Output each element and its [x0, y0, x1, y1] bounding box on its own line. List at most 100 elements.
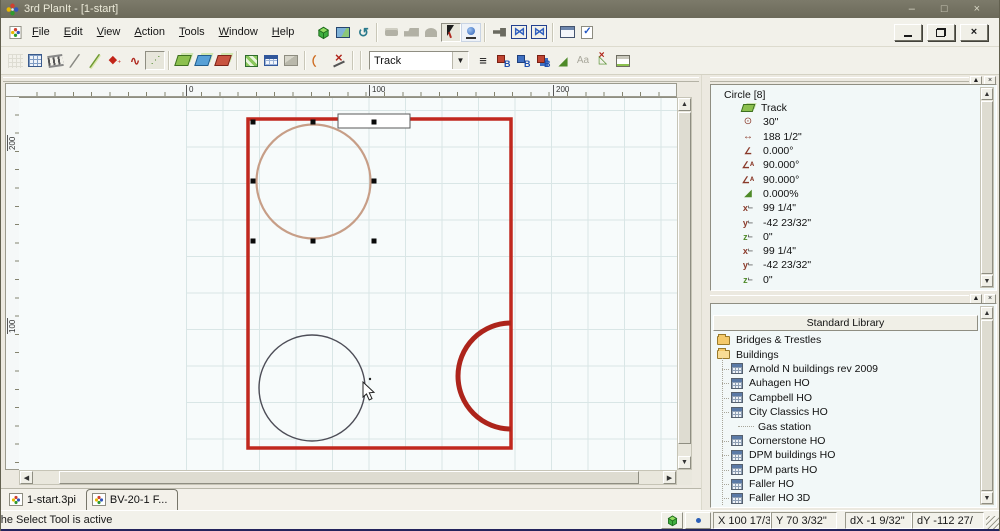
menu-file[interactable]: File — [25, 23, 57, 41]
tab-1-start[interactable]: 1-start.3pi — [4, 490, 86, 510]
background-image-button[interactable] — [281, 51, 301, 70]
canvas-horizontal-scrollbar[interactable] — [19, 470, 677, 485]
grade-tool-button[interactable] — [145, 51, 165, 70]
zoom-extents-button[interactable] — [509, 23, 529, 42]
menu-tools[interactable]: Tools — [172, 23, 212, 41]
flex-track-button[interactable] — [105, 51, 125, 70]
scroll-up-icon[interactable] — [981, 307, 993, 319]
panel-gripper[interactable] — [710, 77, 969, 82]
parts-table-button[interactable] — [261, 51, 281, 70]
break-tool-button[interactable] — [329, 51, 349, 70]
document-system-icon[interactable] — [5, 23, 25, 42]
mdi-minimize-button[interactable] — [894, 23, 922, 41]
status-z-mode-button[interactable] — [685, 511, 711, 529]
terrain-grade-button[interactable] — [553, 51, 573, 70]
window-minimize-icon[interactable] — [909, 3, 915, 15]
refresh-button[interactable] — [353, 23, 373, 42]
endpoint-style-b-button[interactable] — [513, 51, 533, 70]
library-item[interactable]: Cornerstone HO — [714, 434, 978, 448]
property-row[interactable]: -42 23/32" — [711, 258, 996, 272]
library-item[interactable]: DPM parts HO — [714, 463, 978, 477]
status-3d-button[interactable] — [661, 511, 683, 529]
track-type-selector[interactable]: Track — [369, 51, 469, 70]
select-tool-button[interactable] — [441, 22, 462, 42]
library-item[interactable]: Faller HO — [714, 477, 978, 491]
coupler-tool-button[interactable] — [489, 23, 509, 42]
horizontal-scroll-thumb[interactable] — [59, 471, 639, 484]
scroll-thumb[interactable] — [981, 320, 993, 491]
show-grid-button[interactable] — [25, 51, 45, 70]
property-row[interactable]: Track — [711, 101, 996, 115]
endpoint-style-a-button[interactable] — [493, 51, 513, 70]
texture-fill-button[interactable] — [241, 51, 261, 70]
scroll-right-icon[interactable] — [663, 471, 676, 484]
scroll-up-icon[interactable] — [981, 88, 993, 100]
scroll-down-icon[interactable] — [981, 492, 993, 504]
library-folder[interactable]: Bridges & Trestles — [714, 333, 978, 347]
line-style-button[interactable] — [473, 51, 493, 70]
property-row[interactable]: 90.000° — [711, 158, 996, 172]
window-layout-button[interactable] — [557, 23, 577, 42]
signal-tool-button[interactable] — [461, 22, 482, 42]
mdi-restore-button[interactable] — [927, 23, 955, 41]
easement-curve-button[interactable] — [125, 51, 145, 70]
track-circle[interactable] — [258, 334, 366, 442]
track-ties-button[interactable] — [45, 51, 65, 70]
property-row[interactable]: 188 1/2" — [711, 130, 996, 144]
menu-edit[interactable]: Edit — [57, 23, 90, 41]
draw-track-button[interactable] — [85, 51, 105, 70]
library-item[interactable]: DPM buildings HO — [714, 448, 978, 462]
menu-action[interactable]: Action — [127, 23, 172, 41]
scroll-down-icon[interactable] — [981, 275, 993, 287]
vertical-scroll-thumb[interactable] — [678, 112, 691, 444]
scroll-up-icon[interactable] — [678, 98, 691, 111]
canvas-vertical-scrollbar[interactable] — [677, 97, 692, 470]
tab-bv-20-1[interactable]: BV-20-1 F... — [85, 489, 179, 510]
menu-help[interactable]: Help — [265, 23, 302, 41]
object-properties-button[interactable] — [577, 23, 597, 42]
mdi-close-button[interactable] — [960, 23, 988, 41]
no-grade-button[interactable] — [593, 51, 613, 70]
red-semicircle-track[interactable] — [455, 320, 512, 432]
library-item[interactable]: Auhagen HO — [714, 376, 978, 390]
library-item[interactable]: City Classics HO — [714, 405, 978, 419]
library-item[interactable]: Gas station — [714, 419, 978, 433]
connect-ab-button[interactable] — [533, 51, 553, 70]
menu-view[interactable]: View — [90, 23, 128, 41]
property-row[interactable]: 99 1/4" — [711, 201, 996, 215]
property-row[interactable]: 99 1/4" — [711, 244, 996, 258]
property-row[interactable]: 0.000% — [711, 187, 996, 201]
curve-left-button[interactable] — [309, 51, 329, 70]
object-form-button[interactable] — [613, 51, 633, 70]
pane-splitter[interactable] — [701, 75, 708, 510]
library-item[interactable]: Campbell HO — [714, 391, 978, 405]
view-3d-button[interactable] — [313, 23, 333, 42]
layer-stack-button[interactable] — [213, 51, 233, 70]
chevron-down-icon[interactable] — [452, 52, 468, 69]
toolbar-gripper[interactable] — [3, 77, 699, 82]
layer-up-button[interactable] — [173, 51, 193, 70]
selection-handles[interactable] — [250, 119, 377, 244]
window-close-icon[interactable] — [974, 3, 980, 15]
render-view-button[interactable] — [333, 23, 353, 42]
library-item[interactable]: Arnold N buildings rev 2009 — [714, 362, 978, 376]
library-item[interactable]: Faller HO 3D — [714, 491, 978, 505]
window-maximize-icon[interactable] — [941, 3, 948, 15]
layer-edit-button[interactable] — [193, 51, 213, 70]
library-header-button[interactable]: Standard Library — [713, 315, 978, 331]
library-scrollbar[interactable] — [980, 306, 994, 505]
property-row[interactable]: 0.000° — [711, 144, 996, 158]
window-resize-grip[interactable] — [986, 516, 999, 529]
zoom-window-button[interactable] — [529, 23, 549, 42]
properties-scrollbar[interactable] — [980, 87, 994, 288]
property-row[interactable]: 30" — [711, 115, 996, 129]
drawing-viewport[interactable] — [19, 97, 677, 470]
benchwork-rectangle[interactable] — [246, 117, 513, 450]
scroll-thumb[interactable] — [981, 101, 993, 274]
property-row[interactable]: 0" — [711, 273, 996, 287]
menu-window[interactable]: Window — [212, 23, 265, 41]
draw-line-button[interactable] — [65, 51, 85, 70]
property-row[interactable]: 0" — [711, 230, 996, 244]
property-row[interactable]: 90.000° — [711, 172, 996, 186]
property-row[interactable]: -42 23/32" — [711, 215, 996, 229]
